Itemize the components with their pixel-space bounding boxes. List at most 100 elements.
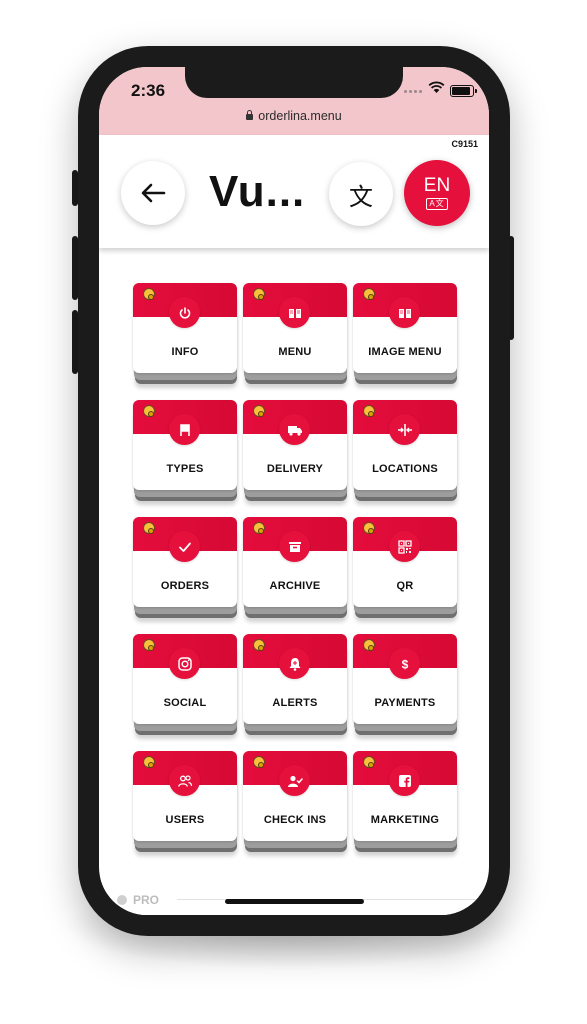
status-time: 2:36: [131, 81, 166, 100]
language-code: EN: [423, 175, 451, 196]
archive-icon: [288, 541, 301, 552]
tile-types[interactable]: TYPES: [133, 400, 237, 501]
globe-icon: [117, 895, 127, 905]
facebook-icon: [398, 774, 411, 787]
venue-code: C9151: [451, 139, 478, 149]
battery-icon: [450, 85, 477, 97]
tile-menu[interactable]: MENU: [243, 283, 347, 384]
tile-label: SOCIAL: [163, 697, 207, 709]
coin-badge-icon: [253, 522, 265, 534]
coin-badge-icon: [253, 639, 265, 651]
tile-card: DELIVERY: [243, 400, 347, 490]
pro-label: PRO: [133, 893, 160, 907]
tile-card: ALERTS: [243, 634, 347, 724]
coin-badge-icon: [143, 405, 155, 417]
tile-archive[interactable]: ARCHIVE: [243, 517, 347, 618]
tile-card: MARKETING: [353, 751, 457, 841]
book-open-icon: [288, 308, 301, 318]
tile-label: MARKETING: [370, 814, 440, 826]
url-text: orderlina.menu: [258, 109, 342, 123]
status-bar: 2:36 orderlina.menu: [99, 67, 489, 135]
tile-label: ORDERS: [160, 580, 210, 592]
back-button[interactable]: [121, 161, 185, 225]
tile-card: QR: [353, 517, 457, 607]
tile-locations[interactable]: LOCATIONS: [353, 400, 457, 501]
tile-info[interactable]: INFO: [133, 283, 237, 384]
coin-badge-icon: [253, 756, 265, 768]
tile-label: DELIVERY: [266, 463, 324, 475]
tile-check-ins[interactable]: CHECK INS: [243, 751, 347, 852]
tile-card: ARCHIVE: [243, 517, 347, 607]
tile-icon-circle: [169, 297, 200, 328]
tile-label: LOCATIONS: [372, 463, 438, 475]
tile-alerts[interactable]: ALERTS: [243, 634, 347, 735]
chair-icon: [179, 423, 190, 436]
pro-badge[interactable]: PRO: [117, 893, 159, 907]
arrows-h-icon: [397, 423, 412, 436]
tile-payments[interactable]: $ PAYMENTS: [353, 634, 457, 735]
tile-icon-circle: [169, 414, 200, 445]
tile-social[interactable]: SOCIAL: [133, 634, 237, 735]
coin-badge-icon: [143, 288, 155, 300]
tile-card: ORDERS: [133, 517, 237, 607]
coin-badge-icon: [363, 756, 375, 768]
tile-card: MENU: [243, 283, 347, 373]
tile-icon-circle: [389, 765, 420, 796]
tile-marketing[interactable]: MARKETING: [353, 751, 457, 852]
coin-badge-icon: [253, 288, 265, 300]
instagram-icon: [177, 656, 192, 671]
coin-badge-icon: [363, 288, 375, 300]
language-button[interactable]: EN A文: [404, 160, 470, 226]
arrow-left-icon: [141, 183, 166, 203]
coin-badge-icon: [363, 639, 375, 651]
tile-icon-circle: [169, 765, 200, 796]
tile-qr[interactable]: QR: [353, 517, 457, 618]
tile-icon-circle: [279, 297, 310, 328]
tile-card: USERS: [133, 751, 237, 841]
tile-orders[interactable]: ORDERS: [133, 517, 237, 618]
tile-card: IMAGE MENU: [353, 283, 457, 373]
power-icon: [179, 306, 190, 319]
tile-card: SOCIAL: [133, 634, 237, 724]
tile-delivery[interactable]: DELIVERY: [243, 400, 347, 501]
user-check-icon: [287, 775, 303, 787]
translate-button[interactable]: 文: [329, 162, 393, 226]
dashboard-grid: INFO MENU IMAGE MENU TYPES DELIVERY LOCATIONS…: [133, 283, 457, 865]
coin-badge-icon: [143, 522, 155, 534]
tile-image-menu[interactable]: IMAGE MENU: [353, 283, 457, 384]
tile-label: PAYMENTS: [374, 697, 436, 709]
translate-icon: 文: [349, 183, 373, 211]
signal-icon: [404, 90, 422, 94]
users-icon: [177, 774, 192, 787]
tile-icon-circle: [279, 414, 310, 445]
coin-badge-icon: [363, 522, 375, 534]
tile-label: ALERTS: [272, 697, 318, 709]
page-title: Vu...: [209, 167, 306, 216]
tile-label: INFO: [171, 346, 199, 358]
tile-card: $ PAYMENTS: [353, 634, 457, 724]
tile-label: IMAGE MENU: [368, 346, 442, 358]
svg-text:$: $: [401, 657, 408, 671]
book-open-icon: [398, 308, 411, 318]
address-bar[interactable]: orderlina.menu: [99, 109, 489, 123]
tile-icon-circle: [389, 297, 420, 328]
tile-icon-circle: [279, 648, 310, 679]
tile-users[interactable]: USERS: [133, 751, 237, 852]
footer: PRO: [99, 879, 489, 915]
wifi-icon: [428, 81, 445, 93]
tile-label: MENU: [278, 346, 312, 358]
tile-icon-circle: [279, 531, 310, 562]
tile-card: TYPES: [133, 400, 237, 490]
check-icon: [178, 542, 191, 552]
home-indicator[interactable]: [225, 899, 364, 904]
bell-icon: [289, 657, 300, 671]
coin-badge-icon: [253, 405, 265, 417]
tile-icon-circle: [389, 531, 420, 562]
coin-badge-icon: [363, 405, 375, 417]
tile-card: INFO: [133, 283, 237, 373]
tile-icon-circle: $: [389, 648, 420, 679]
tile-icon-circle: [169, 648, 200, 679]
tile-label: USERS: [165, 814, 205, 826]
qr-code-icon: [397, 539, 412, 554]
coin-badge-icon: [143, 639, 155, 651]
